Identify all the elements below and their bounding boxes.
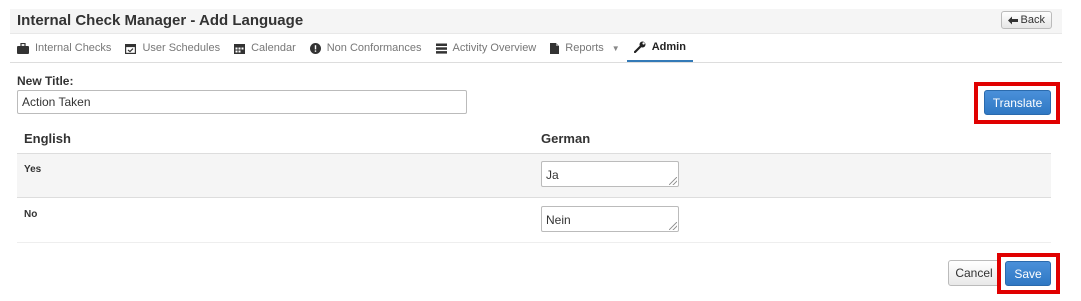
exclamation-circle-icon bbox=[309, 42, 321, 54]
tab-label: User Schedules bbox=[142, 42, 221, 54]
tab-label: Activity Overview bbox=[452, 42, 537, 54]
source-text: Yes bbox=[24, 164, 42, 175]
tab-internal-checks[interactable]: Internal Checks bbox=[10, 34, 118, 62]
tab-label: Calendar bbox=[251, 42, 296, 54]
tab-reports[interactable]: Reports ▼ bbox=[543, 34, 626, 62]
tab-activity-overview[interactable]: Activity Overview bbox=[429, 34, 544, 62]
tab-label: Non Conformances bbox=[326, 42, 422, 54]
table-row: No Nein bbox=[17, 198, 1051, 243]
translation-value: Nein bbox=[546, 213, 571, 227]
page-header: Internal Check Manager - Add Language Ba… bbox=[10, 9, 1062, 34]
list-icon bbox=[435, 43, 447, 54]
main-nav: Internal Checks User Schedules Calendar … bbox=[10, 34, 1062, 63]
translate-button[interactable]: Translate bbox=[984, 90, 1051, 115]
tab-user-schedules[interactable]: User Schedules bbox=[118, 34, 227, 62]
page-title: Internal Check Manager - Add Language bbox=[17, 12, 304, 29]
calendar-check-icon bbox=[125, 43, 137, 54]
tab-non-conformances[interactable]: Non Conformances bbox=[303, 34, 429, 62]
tab-admin[interactable]: Admin bbox=[626, 34, 693, 62]
tab-label: Admin bbox=[651, 41, 686, 53]
new-title-input[interactable] bbox=[17, 90, 467, 114]
translation-input[interactable]: Nein bbox=[541, 206, 679, 232]
new-title-label: New Title: bbox=[17, 74, 74, 88]
file-icon bbox=[550, 42, 560, 54]
tab-label: Reports bbox=[565, 42, 604, 54]
save-button[interactable]: Save bbox=[1005, 261, 1051, 286]
arrow-left-icon bbox=[1007, 16, 1018, 24]
tab-calendar[interactable]: Calendar bbox=[227, 34, 303, 62]
translation-input[interactable]: Ja bbox=[541, 161, 679, 187]
briefcase-icon bbox=[17, 42, 29, 54]
column-header-german: German bbox=[541, 131, 591, 146]
wrench-icon bbox=[633, 41, 646, 53]
column-header-english: English bbox=[24, 131, 71, 146]
resize-handle-icon[interactable] bbox=[669, 177, 677, 185]
table-row: Yes Ja bbox=[17, 153, 1051, 198]
calendar-icon bbox=[234, 43, 246, 54]
source-text: No bbox=[24, 209, 38, 220]
translation-value: Ja bbox=[546, 168, 559, 182]
caret-down-icon: ▼ bbox=[611, 43, 620, 53]
tab-label: Internal Checks bbox=[35, 42, 112, 54]
back-button-label: Back bbox=[1020, 14, 1045, 26]
cancel-button[interactable]: Cancel bbox=[948, 260, 1000, 286]
resize-handle-icon[interactable] bbox=[669, 222, 677, 230]
back-button[interactable]: Back bbox=[1000, 11, 1052, 29]
